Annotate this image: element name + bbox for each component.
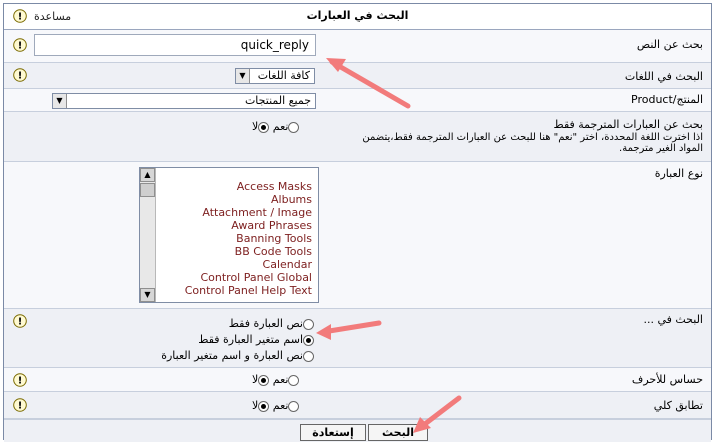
translated-title: بحث عن العبارات المترجمة فقط <box>553 118 703 131</box>
svg-text:!: ! <box>18 317 23 328</box>
translated-no-radio[interactable] <box>258 121 270 133</box>
exact-match-label: تطابق كلي <box>653 399 703 412</box>
reset-button[interactable]: إستعادة <box>300 424 366 441</box>
exact-match-row: ! نعم لا تطابق كلي <box>4 392 711 419</box>
scroll-thumb[interactable] <box>140 183 155 197</box>
translated-description-line1: اذا اخترت اللغة المحددة، اختر "نعم" هنا … <box>362 132 703 143</box>
search-in-label: البحث في ... <box>643 313 703 326</box>
exact-match-yes-label: نعم <box>272 399 289 412</box>
translated-yes-radio[interactable] <box>288 121 300 133</box>
annotation-arrow <box>326 58 411 109</box>
case-sensitive-yes-radio[interactable] <box>288 374 300 386</box>
help-icon[interactable]: ! <box>13 398 27 412</box>
annotation-arrow <box>413 395 462 433</box>
list-item[interactable]: Attachment / Image <box>185 206 312 219</box>
exact-match-yes-radio[interactable] <box>288 400 300 412</box>
list-item[interactable]: Access Masks <box>185 180 312 193</box>
exact-match-radios: نعم لا <box>252 399 300 412</box>
case-sensitive-yes-label: نعم <box>272 373 289 386</box>
help-icon[interactable]: ! <box>13 314 27 328</box>
svg-text:!: ! <box>18 41 23 52</box>
case-sensitive-no-radio[interactable] <box>258 374 270 386</box>
svg-text:!: ! <box>18 12 23 23</box>
phrase-search-form: البحث في العبارات ! مساعدة ! quick_reply… <box>3 3 712 442</box>
product-label: المنتج/Product <box>631 93 703 106</box>
chevron-down-icon[interactable]: ▼ <box>236 69 250 83</box>
svg-text:!: ! <box>18 401 23 412</box>
case-sensitive-radios: نعم لا <box>252 373 300 386</box>
list-item[interactable]: Albums <box>185 193 312 206</box>
translated-yes-label: نعم <box>272 120 289 133</box>
list-item[interactable]: Control Panel Help Text <box>185 284 312 297</box>
list-item[interactable]: Calendar <box>185 258 312 271</box>
chevron-down-icon[interactable]: ▼ <box>140 288 155 302</box>
list-item[interactable]: BB Code Tools <box>185 245 312 258</box>
chevron-down-icon[interactable]: ▼ <box>53 94 67 108</box>
list-item[interactable]: Banning Tools <box>185 232 312 245</box>
search-text-label: بحث عن النص <box>636 38 703 51</box>
svg-text:!: ! <box>18 71 23 82</box>
phrase-type-listbox[interactable]: ▲ ▼ Access Masks Albums Attachment / Ima… <box>139 167 319 303</box>
translated-row: نعم لا بحث عن العبارات المترجمة فقط اذا … <box>4 112 711 162</box>
translated-description: اذا اخترت اللغة المحددة، اختر "نعم" هنا … <box>333 132 703 154</box>
language-select[interactable]: ▼ كافة اللغات <box>235 68 315 84</box>
case-sensitive-row: ! نعم لا حساس للأحرف <box>4 368 711 392</box>
exact-match-no-radio[interactable] <box>258 400 270 412</box>
translated-radios: نعم لا <box>252 120 300 133</box>
help-icon[interactable]: ! <box>13 373 27 387</box>
product-select[interactable]: ▼ جميع المنتجات <box>52 93 316 109</box>
translated-description-line2: المواد الغير مترجمة. <box>619 143 703 154</box>
help-icon[interactable]: ! <box>13 38 27 52</box>
product-selected: جميع المنتجات <box>244 94 311 107</box>
search-in-both-label: نص العبارة و اسم متغير العبارة <box>161 349 303 362</box>
language-label: البحث في اللغات <box>624 70 703 83</box>
help-link[interactable]: مساعدة <box>34 10 71 23</box>
help-icon[interactable]: ! <box>13 68 27 82</box>
language-selected: كافة اللغات <box>257 69 310 82</box>
search-text-input[interactable]: quick_reply <box>34 34 316 56</box>
search-in-text-only-label: نص العبارة فقط <box>228 317 303 330</box>
help-icon[interactable]: ! <box>13 9 27 23</box>
phrase-type-items: Access Masks Albums Attachment / Image A… <box>185 180 312 297</box>
page-title: البحث في العبارات <box>306 9 409 22</box>
listbox-scrollbar[interactable]: ▲ ▼ <box>140 168 156 302</box>
list-item[interactable]: Control Panel Global <box>185 271 312 284</box>
phrase-type-label: نوع العبارة <box>654 167 703 180</box>
search-in-options: نص العبارة فقط اسم متغير العبارة فقط نص … <box>161 316 314 364</box>
case-sensitive-label: حساس للأحرف <box>631 373 703 386</box>
list-item[interactable]: Award Phrases <box>185 219 312 232</box>
search-in-varname-only-label: اسم متغير العبارة فقط <box>198 333 303 346</box>
search-in-both-radio[interactable] <box>303 350 314 362</box>
svg-text:!: ! <box>18 376 23 387</box>
phrase-type-row: نوع العبارة <box>4 162 711 309</box>
form-header: البحث في العبارات ! مساعدة <box>4 4 711 30</box>
form-footer: إستعادة البحث <box>4 419 711 442</box>
annotation-arrow <box>316 320 382 340</box>
chevron-up-icon[interactable]: ▲ <box>140 168 155 182</box>
